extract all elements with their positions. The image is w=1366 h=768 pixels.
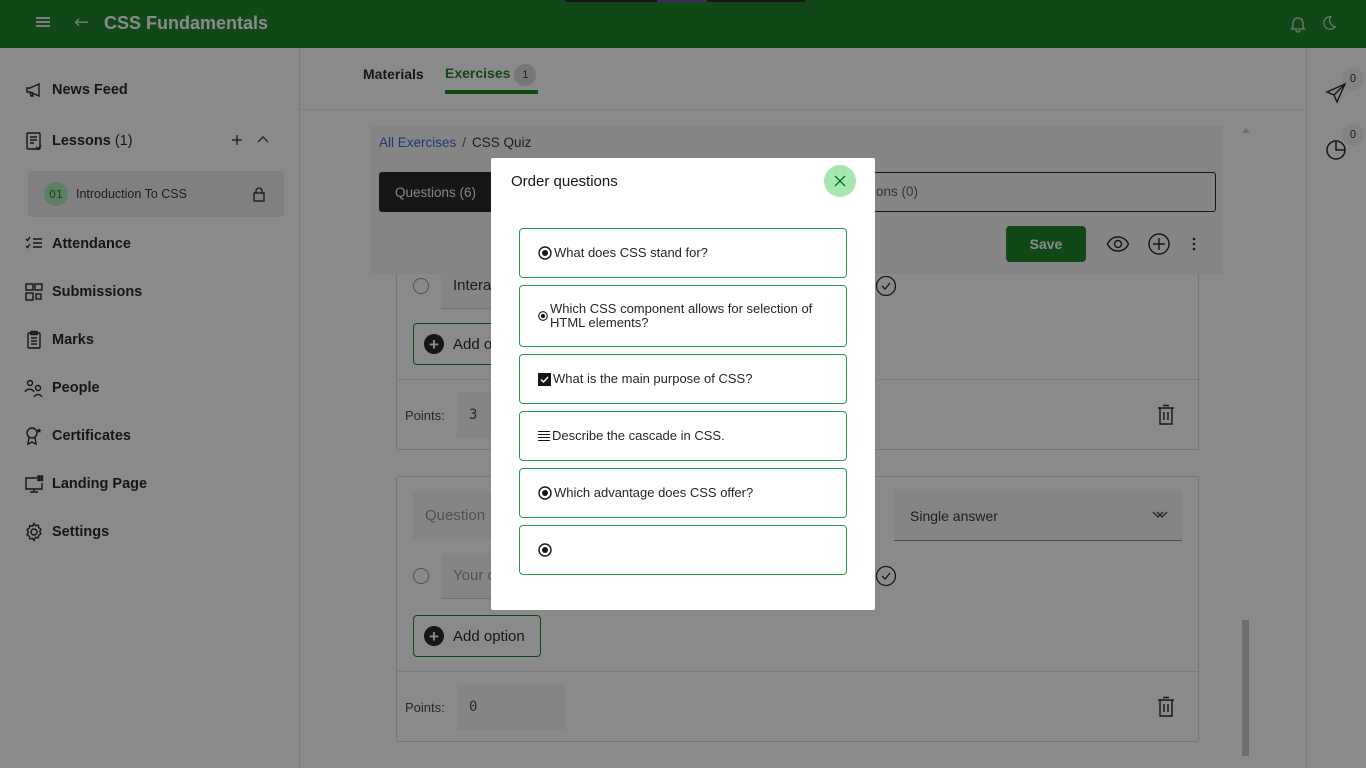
radio-icon [538, 246, 552, 260]
question-list-item[interactable]: Which CSS component allows for selection… [519, 285, 847, 347]
modal-title: Order questions [511, 173, 618, 190]
radio-icon [538, 311, 548, 321]
close-button[interactable] [824, 165, 856, 197]
question-text: What is the main purpose of CSS? [553, 371, 753, 386]
radio-icon [538, 486, 552, 500]
question-list-item[interactable]: What is the main purpose of CSS? [519, 354, 847, 404]
question-list-item[interactable]: Describe the cascade in CSS. [519, 411, 847, 461]
question-list-item[interactable] [519, 525, 847, 575]
paragraph-icon [538, 430, 550, 442]
question-list-item[interactable]: Which advantage does CSS offer? [519, 468, 847, 518]
checkbox-icon [538, 372, 551, 386]
question-text: Which CSS component allows for selection… [550, 301, 813, 330]
question-text: Which advantage does CSS offer? [554, 485, 754, 500]
close-icon [834, 175, 846, 187]
question-text: What does CSS stand for? [554, 245, 708, 260]
radio-icon [538, 543, 552, 557]
question-list-item[interactable]: What does CSS stand for? [519, 228, 847, 278]
question-text: Describe the cascade in CSS. [552, 428, 725, 443]
order-questions-modal: Order questions What does CSS stand for?… [491, 158, 875, 610]
